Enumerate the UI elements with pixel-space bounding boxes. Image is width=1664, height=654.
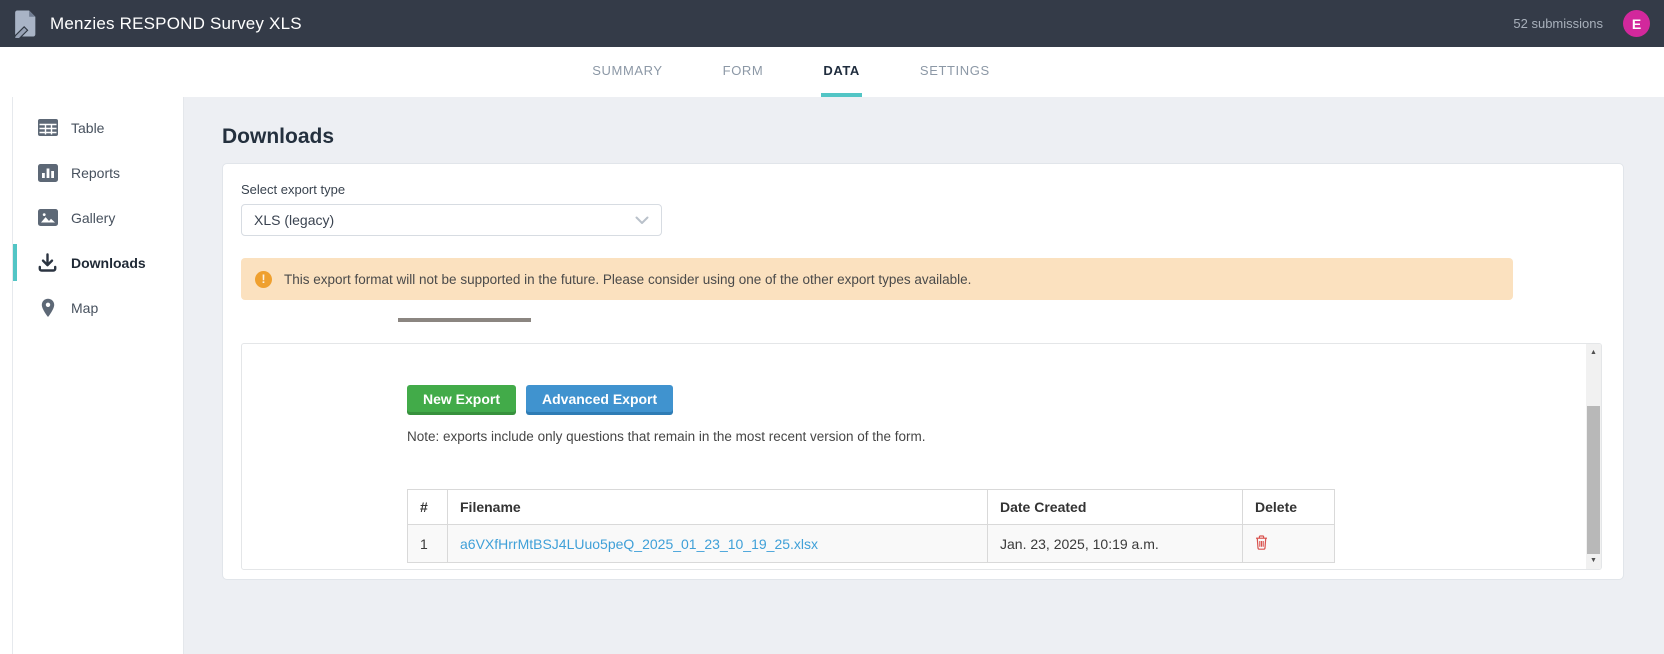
scroll-up-arrow-icon[interactable]: ▲ xyxy=(1586,344,1601,361)
download-icon xyxy=(37,252,58,273)
cell-delete xyxy=(1242,524,1335,563)
sidebar-item-label: Reports xyxy=(71,164,121,181)
map-pin-icon xyxy=(37,297,58,318)
scroll-down-arrow-icon[interactable]: ▼ xyxy=(1586,552,1601,569)
reports-icon xyxy=(37,162,58,183)
app-header: Menzies RESPOND Survey XLS 52 submission… xyxy=(0,0,1664,47)
project-form-icon xyxy=(10,8,40,40)
new-export-button[interactable]: New Export xyxy=(407,385,517,412)
advanced-export-button[interactable]: Advanced Export xyxy=(526,385,674,412)
chevron-down-icon xyxy=(635,216,649,225)
header-filename: Filename xyxy=(447,489,988,525)
form-tabbar: SUMMARY FORM DATA SETTINGS xyxy=(0,47,1664,97)
sidebar-item-label: Table xyxy=(71,119,105,136)
exports-note: Note: exports include only questions tha… xyxy=(407,429,926,444)
table-row: 1 a6VXfHrrMtBSJ4LUuo5peQ_2025_01_23_10_1… xyxy=(407,524,1335,563)
export-type-label: Select export type xyxy=(241,182,346,197)
cell-num: 1 xyxy=(407,524,448,563)
sidebar-item-reports[interactable]: Reports xyxy=(13,150,183,195)
scrollbar-thumb[interactable] xyxy=(1587,406,1600,554)
delete-export-button[interactable] xyxy=(1255,534,1268,553)
sidebar-item-map[interactable]: Map xyxy=(13,285,183,330)
tab-form[interactable]: FORM xyxy=(721,47,766,97)
trash-icon xyxy=(1255,534,1268,553)
tab-settings[interactable]: SETTINGS xyxy=(918,47,992,97)
project-title: Menzies RESPOND Survey XLS xyxy=(50,13,302,33)
sidebar: Table Reports Gallery Downloads Map xyxy=(0,47,184,654)
page-title: Downloads xyxy=(222,125,335,148)
sidebar-item-downloads[interactable]: Downloads xyxy=(13,240,183,285)
avatar[interactable]: E xyxy=(1623,10,1650,37)
exclamation-circle-icon: ! xyxy=(255,270,272,288)
header-date-created: Date Created xyxy=(987,489,1243,525)
submissions-count: 52 submissions xyxy=(1513,16,1603,31)
main-content: Downloads Select export type XLS (legacy… xyxy=(184,97,1664,654)
header-delete: Delete xyxy=(1242,489,1335,525)
sidebar-item-label: Gallery xyxy=(71,209,116,226)
export-type-value: XLS (legacy) xyxy=(254,212,335,228)
sidebar-item-table[interactable]: Table xyxy=(13,105,183,150)
exports-table: # Filename Date Created Delete 1 a6VXfHr… xyxy=(407,489,1335,563)
tab-summary[interactable]: SUMMARY xyxy=(590,47,664,97)
sidebar-item-label: Map xyxy=(71,299,99,316)
vertical-scrollbar[interactable]: ▲ ▼ xyxy=(1586,344,1601,569)
legacy-exports-panel: New Export Advanced Export Note: exports… xyxy=(241,343,1602,570)
tab-data[interactable]: DATA xyxy=(821,47,862,97)
table-header-row: # Filename Date Created Delete xyxy=(407,489,1335,525)
cell-filename: a6VXfHrrMtBSJ4LUuo5peQ_2025_01_23_10_19_… xyxy=(447,524,988,563)
sidebar-item-gallery[interactable]: Gallery xyxy=(13,195,183,240)
export-type-select[interactable]: XLS (legacy) xyxy=(241,204,662,236)
export-file-link[interactable]: a6VXfHrrMtBSJ4LUuo5peQ_2025_01_23_10_19_… xyxy=(460,536,818,552)
gallery-icon xyxy=(37,207,58,228)
warning-text: This export format will not be supported… xyxy=(284,271,972,287)
downloads-card: Select export type XLS (legacy) ! This e… xyxy=(222,163,1624,580)
table-icon xyxy=(37,117,58,138)
cell-date-created: Jan. 23, 2025, 10:19 a.m. xyxy=(987,524,1243,563)
deprecation-warning-banner: ! This export format will not be support… xyxy=(241,258,1513,300)
clipped-text-fragment xyxy=(398,318,531,322)
sidebar-item-label: Downloads xyxy=(71,254,146,271)
header-num: # xyxy=(407,489,448,525)
active-indicator xyxy=(13,244,17,281)
